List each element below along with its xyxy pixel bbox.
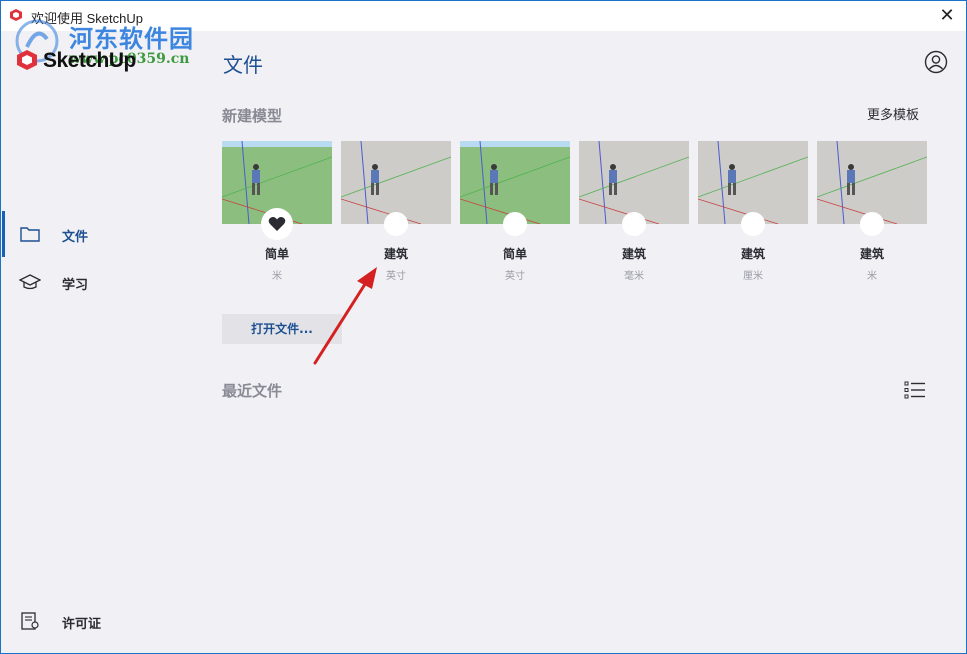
template-marker <box>622 212 646 236</box>
template-name: 简单 <box>502 247 527 261</box>
default-template-marker <box>261 208 293 240</box>
template-unit: 厘米 <box>743 271 763 282</box>
sidebar: 文件 学习 许可证 <box>2 31 202 653</box>
template-card[interactable]: 简单 英寸 <box>460 141 570 282</box>
list-view-icon[interactable] <box>904 380 926 400</box>
template-marker <box>860 212 884 236</box>
sidebar-item-files[interactable]: 文件 <box>2 211 202 257</box>
template-marker <box>384 212 408 236</box>
sidebar-item-learn[interactable]: 学习 <box>2 259 202 305</box>
sketchup-welcome-window: 欢迎使用 SketchUp ✕ 文件 学习 许可证 河东软件园 www.pc03… <box>0 0 967 654</box>
active-indicator <box>2 211 5 257</box>
more-templates-link[interactable]: 更多模板 <box>867 104 919 123</box>
template-unit: 英寸 <box>505 271 525 282</box>
template-card[interactable]: 建筑 英寸 <box>341 141 451 282</box>
template-card[interactable]: 简单米 <box>222 141 332 282</box>
template-card[interactable]: 建筑 毫米 <box>579 141 689 282</box>
template-unit: 米 <box>867 271 877 282</box>
account-icon[interactable] <box>924 50 948 74</box>
template-marker <box>741 212 765 236</box>
template-card[interactable]: 建筑米 <box>817 141 927 282</box>
sketchup-logo-text: SketchUp <box>43 49 136 72</box>
license-icon <box>21 612 39 630</box>
sidebar-item-label: 许可证 <box>62 617 102 632</box>
template-card[interactable]: 建筑 厘米 <box>698 141 808 282</box>
sidebar-item-label: 文件 <box>62 230 89 245</box>
template-name: 建筑 <box>859 247 884 261</box>
recent-files-heading: 最近文件 <box>222 382 283 400</box>
close-button[interactable]: ✕ <box>936 5 958 27</box>
folder-icon <box>20 227 40 242</box>
heart-icon <box>268 217 286 231</box>
template-name: 简单 <box>264 247 289 261</box>
graduation-cap-icon <box>19 274 41 290</box>
template-unit: 毫米 <box>624 271 644 282</box>
template-marker <box>503 212 527 236</box>
sketchup-logo-icon <box>17 50 37 70</box>
sidebar-item-label: 学习 <box>62 278 89 293</box>
template-name: 建筑 <box>621 247 646 261</box>
template-name: 建筑 <box>383 247 408 261</box>
template-name: 建筑 <box>740 247 765 261</box>
page-title: 文件 <box>223 53 263 77</box>
annotation-arrow <box>313 267 377 365</box>
new-model-heading: 新建模型 <box>222 107 283 125</box>
sidebar-item-license[interactable]: 许可证 <box>2 598 202 644</box>
